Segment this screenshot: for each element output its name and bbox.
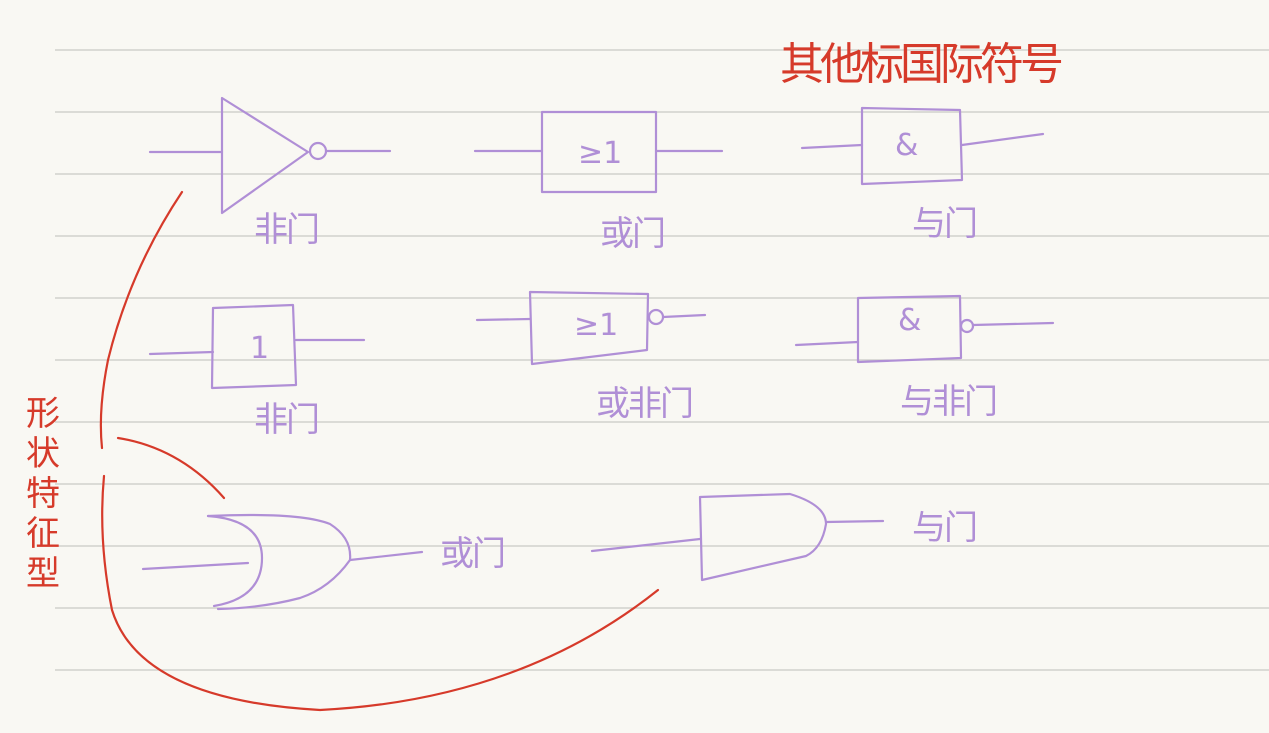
or-gate-shape-label: 或门 xyxy=(440,534,506,574)
not-gate-box-symbol: 1 xyxy=(148,303,366,390)
nor-box-symbol-text: ≥1 xyxy=(574,308,618,343)
and-gate-box-symbol: & xyxy=(800,106,1045,186)
nand-gate-box-label: 与非门 xyxy=(900,382,998,422)
not-gate-triangle-symbol xyxy=(148,96,392,215)
nor-gate-box-label: 或非门 xyxy=(596,384,694,424)
annotation-side-label: 形状特征型 xyxy=(26,394,60,594)
nor-gate-box-symbol: ≥1 xyxy=(475,290,707,366)
or-gate-box-symbol: ≥1 xyxy=(473,110,724,194)
notebook-page: ≥1 & 1 ≥1 & 非门 或门 与门 非门 或非门 与非门 或门 与门 其他… xyxy=(0,0,1269,733)
and-gate-shape-label: 与门 xyxy=(912,508,978,548)
or-gate-shape-symbol xyxy=(141,513,424,611)
not-gate-box-label: 非门 xyxy=(254,400,320,440)
ruled-lines xyxy=(55,49,1269,671)
drawing-canvas: ≥1 & 1 ≥1 & xyxy=(55,49,1269,712)
nand-box-symbol-text: & xyxy=(898,303,921,338)
annotation-top-title: 其他标国际符号 xyxy=(780,39,1064,90)
or-gate-box-label: 或门 xyxy=(600,214,666,254)
or-box-symbol-text: ≥1 xyxy=(578,136,622,171)
not-gate-top-label: 非门 xyxy=(254,210,320,250)
and-gate-box-label: 与门 xyxy=(912,204,978,244)
not-box-symbol-text: 1 xyxy=(250,331,269,366)
red-annotation-strokes xyxy=(99,190,660,712)
and-gate-shape-symbol xyxy=(590,492,885,582)
nand-gate-box-symbol: & xyxy=(794,294,1055,364)
and-box-symbol-text: & xyxy=(895,128,918,163)
